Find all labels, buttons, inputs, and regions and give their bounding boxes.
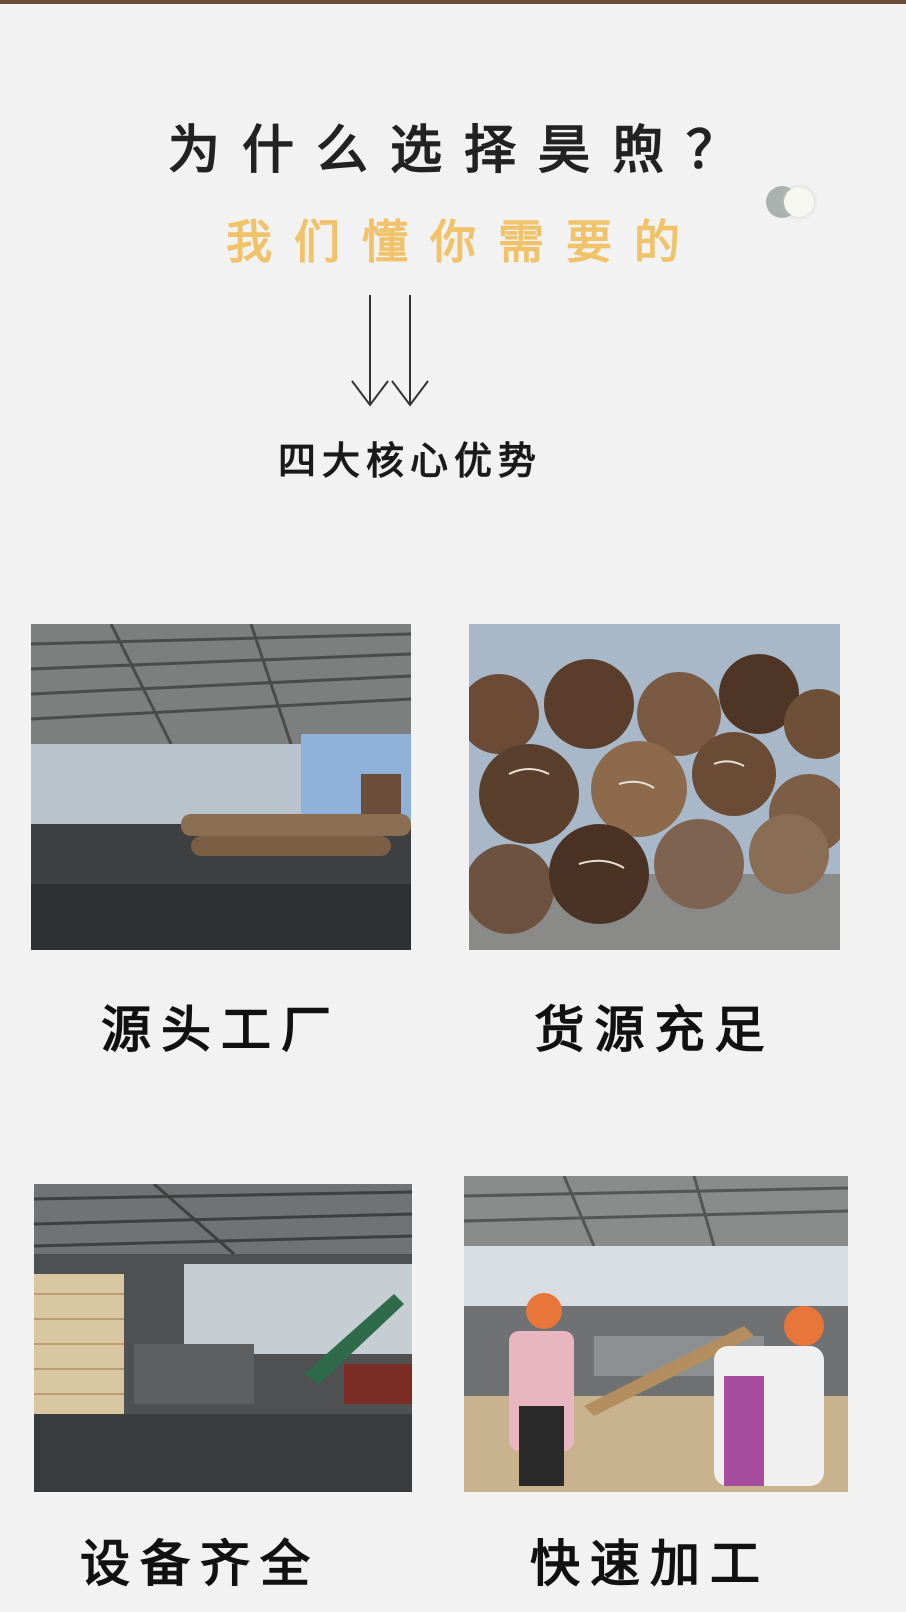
- feature-image-factory: [31, 624, 411, 950]
- feature-image-logs: [469, 624, 840, 950]
- double-down-arrow-icon: [351, 295, 429, 407]
- section-label: 四大核心优势: [277, 439, 542, 483]
- page-subtitle: 我们懂你需要的: [226, 215, 702, 269]
- feature-image-equipment: [34, 1184, 412, 1492]
- feature-image-processing: [464, 1176, 848, 1492]
- feature-caption-processing: 快速加工: [530, 1535, 770, 1593]
- feature-caption-supply: 货源充足: [534, 1001, 775, 1059]
- top-border-strip: [0, 0, 906, 4]
- feature-caption-factory: 源头工厂: [101, 1001, 341, 1059]
- page-title: 为什么选择昊煦？: [167, 121, 760, 181]
- feature-caption-equipment: 设备齐全: [80, 1535, 320, 1593]
